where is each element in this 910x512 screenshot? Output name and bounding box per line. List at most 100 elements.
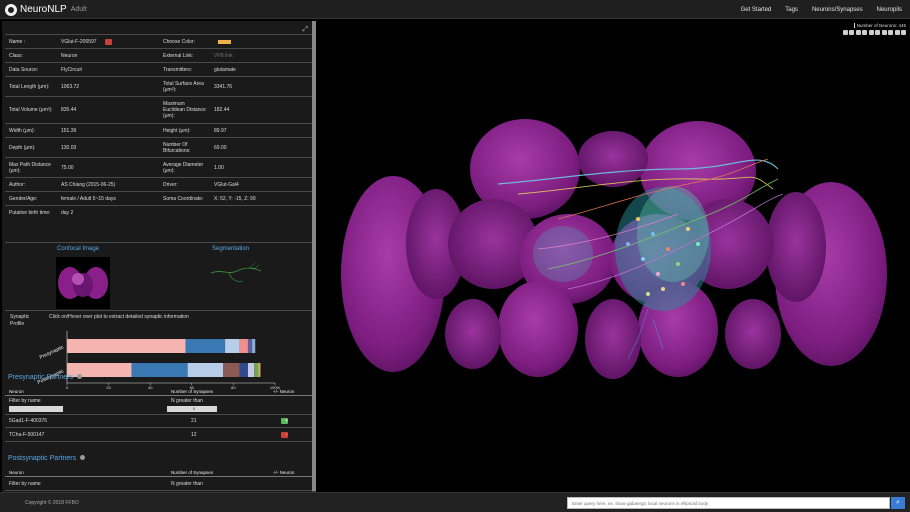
table-row: TCha-F-500147 12 - — [5, 428, 314, 442]
profile-bar-segment[interactable] — [247, 339, 253, 353]
profile-bar-segment[interactable] — [239, 363, 248, 377]
col-neuron[interactable]: Neuron — [5, 470, 167, 475]
info-value: 1063.72 — [61, 83, 80, 90]
info-key: Driver: — [163, 181, 178, 188]
info-value: 69.00 — [214, 144, 227, 151]
info-row: Total Volume (μm³): 835.44 Maximum Eucli… — [5, 96, 314, 123]
postsynaptic-table: Neuron Number of Synapses +/- Neuron Fil… — [5, 468, 314, 491]
profile-category-label: Presynaptic — [39, 344, 66, 361]
postsynaptic-title: Postsynaptic Partners — [8, 455, 86, 462]
segmentation-image[interactable] — [209, 257, 269, 287]
filter-num-cell: N greater than 0 — [167, 398, 269, 412]
info-icon[interactable] — [76, 374, 82, 379]
neuron-images: Confocal Image Segmentation — [5, 242, 314, 309]
logo-icon — [5, 3, 17, 16]
neuron-count: Number of Neurons: 445 — [853, 23, 906, 28]
filter-name-input[interactable] — [9, 406, 63, 412]
download-icon[interactable] — [842, 30, 848, 35]
add-neuron-button[interactable]: + — [281, 418, 288, 424]
eye-icon[interactable] — [862, 30, 867, 35]
info-value: 130.03 — [61, 144, 77, 151]
col-action: +/- Neuron — [273, 388, 295, 394]
info-row: Putative birth time: day 2 — [5, 205, 314, 219]
neuron-name: VGlut-F-200597 — [61, 38, 97, 45]
profile-bar-segment[interactable] — [187, 363, 223, 377]
filter-num-label: N greater than — [171, 398, 203, 404]
profile-bar-segment[interactable] — [223, 363, 240, 377]
col-synapses[interactable]: Number of Synapses — [167, 470, 269, 475]
col-action: +/- Neuron — [273, 469, 295, 475]
info-value: FlyCircuit — [61, 66, 82, 73]
partner-name[interactable]: 5Gad1-F-400376 — [5, 418, 167, 424]
info-value: 1.00 — [214, 164, 224, 171]
brand-subtitle: Adult — [70, 6, 87, 13]
profile-bar-segment[interactable] — [247, 363, 255, 377]
filter-num-input[interactable]: 0 — [167, 406, 217, 412]
col-neuron[interactable]: Neuron — [5, 389, 167, 394]
info-row: Gender/Age: female / Adult 5~15 days Som… — [5, 191, 314, 205]
info-key: Choose Color: — [163, 38, 195, 45]
grid-icon[interactable] — [888, 30, 893, 35]
copyright-text: Copyright © 2018 FFBO — [25, 500, 79, 506]
filter-name-label: Filter by name — [9, 398, 41, 404]
profile-bar-segment[interactable] — [131, 363, 188, 377]
table-row: 5Gad1-F-400376 21 + — [5, 415, 314, 428]
filter-num-label[interactable]: N greater than — [167, 481, 269, 487]
info-value: 75.00 — [61, 164, 74, 171]
info-value: Neuron — [61, 52, 78, 59]
settings-icon[interactable] — [875, 30, 880, 35]
refresh-icon[interactable] — [881, 30, 887, 35]
remove-neuron-button[interactable]: - — [281, 431, 288, 438]
panel-scrollbar[interactable] — [312, 21, 316, 492]
expand-icon[interactable]: ⤢ — [302, 26, 308, 34]
info-key: Transmitters: — [163, 66, 192, 73]
profile-bar-segment[interactable] — [185, 339, 226, 353]
vfb-link[interactable]: VFB link — [210, 53, 314, 59]
save-icon[interactable] — [849, 30, 854, 35]
profile-bar-segment[interactable] — [258, 363, 261, 377]
profile-bar-segment[interactable] — [225, 339, 240, 353]
nav-tags[interactable]: Tags — [785, 7, 798, 13]
partner-count: 12 — [191, 431, 197, 438]
nav-neuropils[interactable]: Neuropils — [877, 7, 902, 13]
profile-bar-segment[interactable] — [67, 339, 186, 353]
camera-icon[interactable] — [894, 30, 900, 35]
info-key: Author: — [9, 181, 26, 188]
partner-name[interactable]: TCha-F-500147 — [5, 432, 167, 438]
info-key: Putative birth time: — [9, 209, 51, 216]
info-key: Maximum Euclidean Distance (μm): — [163, 101, 206, 119]
info-value: 89.97 — [214, 127, 227, 134]
gear-icon[interactable] — [901, 30, 906, 35]
brand-logo[interactable]: NeuroNLP Adult — [5, 3, 87, 16]
info-key: Height (μm): — [163, 127, 191, 134]
info-value: 3341.76 — [214, 83, 233, 90]
list-icon[interactable] — [855, 30, 861, 35]
info-row: Class: Neuron External Link: VFB link — [5, 48, 314, 62]
remove-neuron-button[interactable] — [104, 38, 112, 45]
footer-bar: Copyright © 2018 FFBO ⌕ — [0, 492, 910, 512]
color-picker-swatch[interactable] — [218, 39, 231, 44]
info-key: Name : — [9, 38, 26, 45]
info-key: Number Of Bifurcations: — [163, 141, 191, 154]
search-button[interactable]: ⌕ — [891, 497, 905, 509]
profile-bar-segment[interactable] — [252, 339, 256, 353]
neuron-3d-viewport[interactable]: Number of Neurons: 445 — [318, 19, 910, 492]
info-value — [210, 39, 314, 44]
confocal-image[interactable] — [56, 257, 110, 309]
col-synapses[interactable]: Number of Synapses — [167, 389, 269, 394]
scrollbar-thumb[interactable] — [312, 21, 316, 491]
brand-name: NeuroNLP — [20, 4, 67, 15]
filter-name-label[interactable]: Filter by name — [5, 481, 167, 487]
info-row: Width (μm): 151.39 Height (μm): 89.97 — [5, 123, 314, 137]
info-icon[interactable] — [80, 455, 86, 460]
view-toolbar — [841, 30, 906, 35]
top-navbar: NeuroNLP Adult Get Started Tags Neurons/… — [0, 0, 910, 19]
profile-bar-segment[interactable] — [239, 339, 248, 353]
profile-bar-segment[interactable] — [254, 363, 259, 377]
nav-neurons-synapses[interactable]: Neurons/Synapses — [812, 7, 863, 13]
nav-get-started[interactable]: Get Started — [741, 7, 772, 13]
eye-slash-icon[interactable] — [868, 30, 874, 35]
neuron-info-table: Name : VGlut-F-200597 Choose Color: Clas… — [5, 34, 314, 219]
query-input[interactable] — [567, 497, 890, 509]
info-panel: ⤢ Name : VGlut-F-200597 Choose Color: Cl… — [2, 21, 314, 492]
